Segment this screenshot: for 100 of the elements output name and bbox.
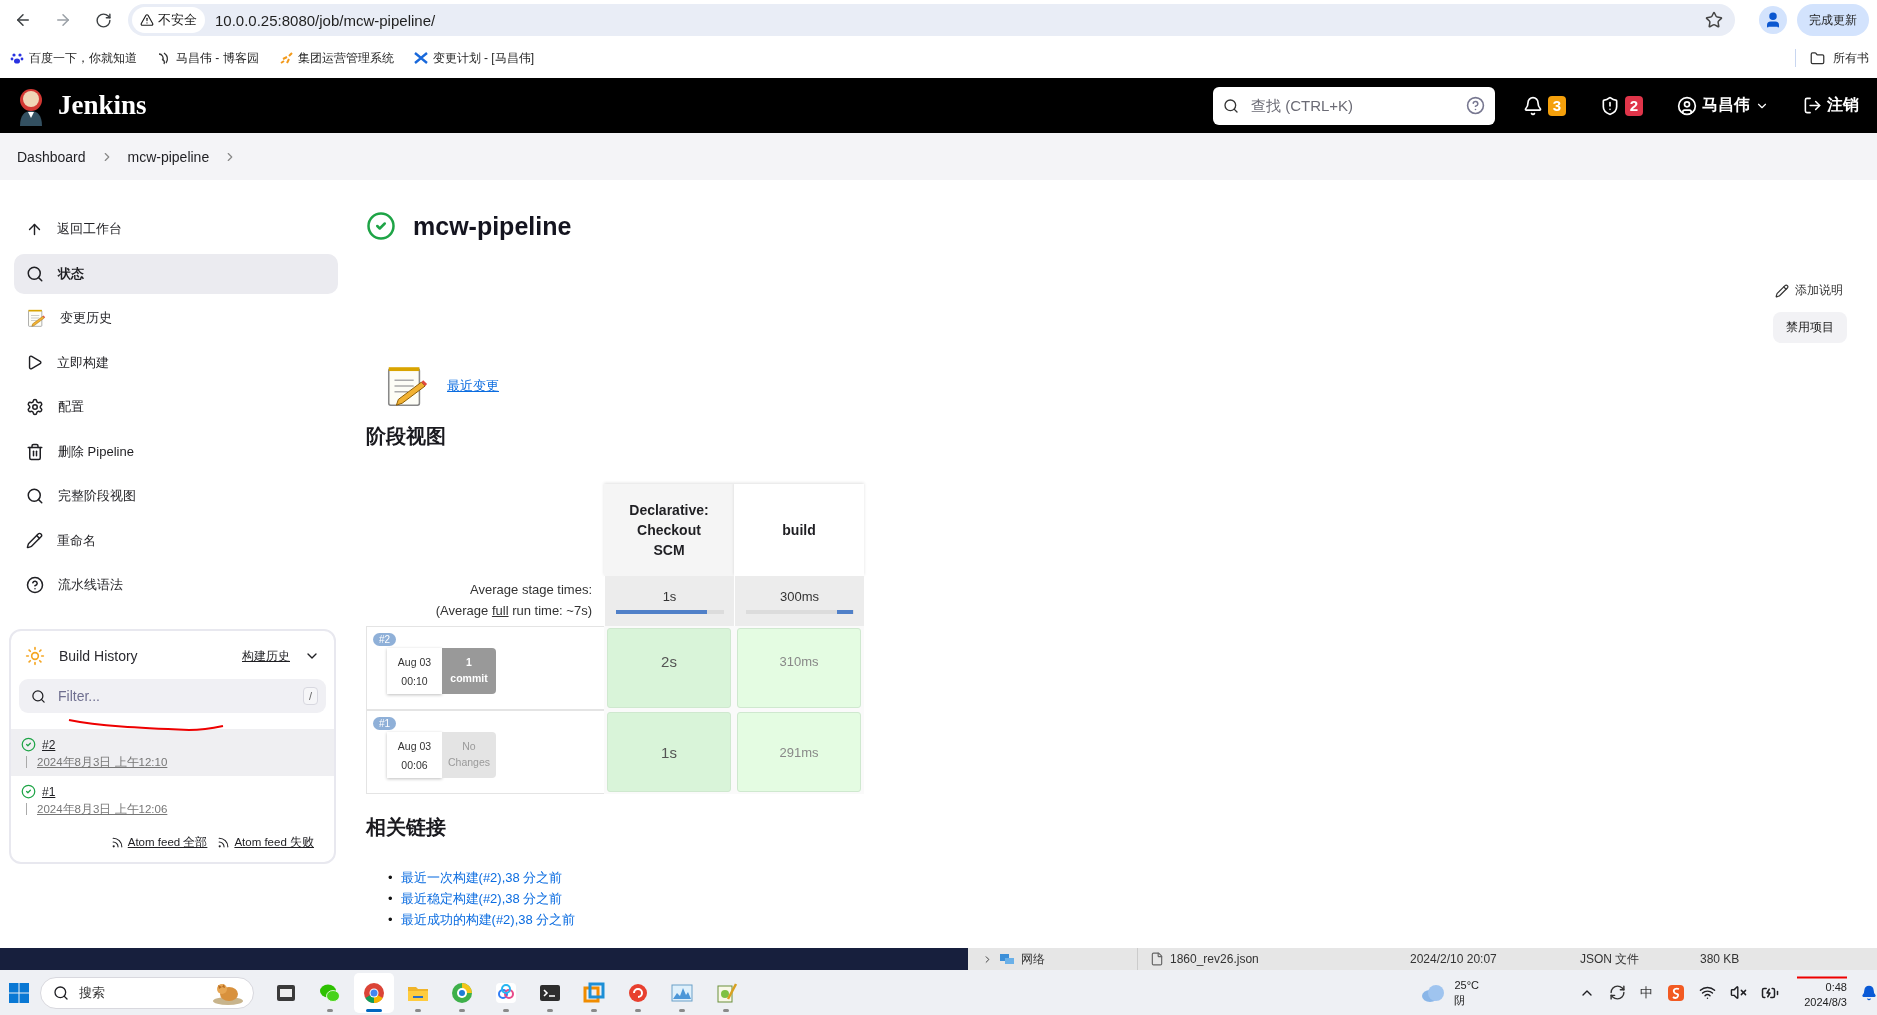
build-time-link[interactable]: 2024年8月3日 上午12:06 bbox=[26, 803, 168, 815]
bullet-mark: • bbox=[388, 911, 393, 929]
pencil-icon bbox=[26, 532, 43, 549]
bookmark-link[interactable]: 百度一下，你就知道 bbox=[10, 49, 137, 67]
search-field[interactable]: 查找 (CTRL+K) bbox=[1213, 86, 1495, 125]
all-bookmarks-link[interactable]: 所有书 bbox=[1833, 49, 1869, 67]
run-date-box: Aug 03 00:06 bbox=[387, 732, 442, 778]
wifi-icon[interactable] bbox=[1699, 984, 1716, 1001]
file-size: 380 KB bbox=[1700, 952, 1741, 966]
shortcut-key: / bbox=[302, 687, 318, 705]
stage-header: Declarative: Checkout SCM bbox=[604, 484, 734, 576]
square-app-icon[interactable] bbox=[1667, 983, 1685, 1002]
sidebar-item[interactable]: 返回工作台 bbox=[14, 209, 338, 249]
cross-arrows-icon bbox=[413, 51, 428, 65]
average-run-text: (Average full run time: ~7s) bbox=[435, 602, 592, 620]
stage-result-cell[interactable]: 1s bbox=[607, 712, 731, 792]
breadcrumb-link[interactable]: mcw-pipeline bbox=[127, 148, 210, 165]
sidebar-item[interactable]: 流水线语法 bbox=[14, 565, 338, 605]
filter-input[interactable]: Filter... bbox=[56, 687, 293, 705]
user-icon bbox=[1677, 95, 1697, 116]
history-link[interactable]: 构建历史 bbox=[242, 647, 290, 665]
check-icon bbox=[366, 211, 396, 241]
run-date-box: Aug 03 00:10 bbox=[387, 648, 442, 694]
average-cell: 1s bbox=[604, 576, 734, 626]
sync-icon[interactable] bbox=[1609, 984, 1626, 1001]
logout-button[interactable]: 注销 bbox=[1797, 95, 1865, 116]
breadcrumb-link[interactable]: Dashboard bbox=[17, 148, 86, 165]
section-heading: 阶段视图 bbox=[366, 424, 447, 449]
input-method-indicator[interactable]: 中 bbox=[1640, 983, 1653, 1002]
brand-title: Jenkins bbox=[58, 90, 147, 121]
stage-result-cell[interactable]: 2s bbox=[607, 628, 731, 708]
run-badge: #1 bbox=[373, 717, 397, 730]
bookmark-link[interactable]: 马昌伟 - 博客园 bbox=[157, 49, 259, 67]
swirl-icon bbox=[157, 51, 171, 65]
search-input[interactable]: 查找 (CTRL+K) bbox=[1249, 96, 1456, 115]
taskbar-search-input[interactable]: 搜索 bbox=[77, 984, 203, 1001]
average-cell: 300ms bbox=[734, 576, 864, 626]
recent-changes-link[interactable]: 最近变更 bbox=[447, 377, 499, 395]
stage-header: build bbox=[734, 484, 864, 576]
logout-icon bbox=[1803, 96, 1822, 115]
profile-button[interactable] bbox=[1759, 6, 1787, 34]
file-date: 2024/2/10 20:07 bbox=[1410, 952, 1498, 966]
browser-icon bbox=[362, 980, 386, 1005]
help-icon[interactable] bbox=[1466, 96, 1485, 115]
taskbar-app-button[interactable] bbox=[354, 972, 394, 1013]
build-time-link[interactable]: 2024年8月3日 上午12:10 bbox=[26, 756, 168, 768]
settings-icon bbox=[26, 398, 44, 416]
sidebar-item[interactable]: 重命名 bbox=[14, 520, 338, 561]
build-link[interactable]: #2 bbox=[42, 737, 56, 752]
security-chip[interactable]: 不安全 bbox=[132, 7, 205, 33]
add-description-link[interactable]: 添加说明 bbox=[1775, 282, 1847, 299]
related-link[interactable]: 最近稳定构建(#2),38 分之前 bbox=[400, 888, 563, 909]
sparks-icon bbox=[278, 51, 293, 65]
bullet-mark: • bbox=[388, 869, 393, 887]
user-icon bbox=[1764, 11, 1782, 29]
folder-icon bbox=[1810, 50, 1825, 66]
reload-icon bbox=[94, 11, 112, 29]
security-button[interactable]: 2 bbox=[1594, 95, 1649, 116]
check-icon bbox=[21, 737, 36, 752]
file-name: 1860_rev26.json bbox=[1170, 952, 1259, 966]
overlapping-squares-icon bbox=[582, 980, 606, 1005]
related-link[interactable]: 最近成功的构建(#2),38 分之前 bbox=[400, 909, 576, 930]
taskbar-search-field[interactable]: 搜索 bbox=[40, 976, 254, 1009]
full-link[interactable]: full bbox=[491, 603, 509, 618]
filter-field[interactable]: Filter... / bbox=[19, 679, 326, 713]
related-link[interactable]: 最近一次构建(#2),38 分之前 bbox=[400, 867, 563, 888]
notepad-icon bbox=[26, 308, 46, 328]
average-label: Average stage times: bbox=[470, 581, 592, 600]
sidebar-item[interactable]: 删除 Pipeline bbox=[14, 431, 338, 472]
build-link[interactable]: #1 bbox=[42, 784, 56, 799]
sidebar-item[interactable]: 配置 bbox=[14, 387, 338, 427]
bookmark-link[interactable]: 变更计划 - [马昌伟] bbox=[413, 49, 534, 67]
feed-link[interactable]: Atom feed 全部 bbox=[110, 835, 208, 850]
feed-link[interactable]: Atom feed 失败 bbox=[217, 835, 314, 850]
paw-icon bbox=[10, 51, 24, 65]
check-icon bbox=[21, 784, 36, 799]
search-icon bbox=[31, 688, 46, 704]
search-icon bbox=[1223, 97, 1239, 114]
bookmark-star-icon[interactable] bbox=[1705, 11, 1723, 29]
update-button[interactable]: 完成更新 bbox=[1797, 4, 1869, 36]
card-title: Build History bbox=[59, 648, 139, 664]
notification-bell-icon[interactable] bbox=[1861, 984, 1877, 1001]
trash-icon bbox=[26, 442, 44, 461]
build-row[interactable]: #2 2024年8月3日 上午12:10 bbox=[11, 729, 334, 776]
sun-icon bbox=[25, 646, 45, 666]
clock[interactable]: 0:48 2024/8/3 bbox=[1804, 979, 1847, 1010]
url-text: 10.0.0.25:8080/job/mcw-pipeline/ bbox=[215, 11, 437, 29]
sidebar-item[interactable]: 变更历史 bbox=[14, 298, 338, 338]
user-menu[interactable]: 马昌伟 bbox=[1671, 95, 1775, 116]
weather-widget[interactable]: 25°C 阴 bbox=[1420, 977, 1479, 1008]
disable-button[interactable]: 禁用项目 bbox=[1773, 312, 1847, 343]
pencil-icon bbox=[1775, 283, 1789, 298]
warning-icon bbox=[140, 13, 154, 27]
address-bar[interactable]: 不安全 10.0.0.25:8080/job/mcw-pipeline/ bbox=[128, 4, 1735, 36]
muted-speaker-icon[interactable] bbox=[1730, 984, 1747, 1001]
bookmark-link[interactable]: 集团运营管理系统 bbox=[278, 49, 394, 67]
sidebar-item[interactable]: 立即构建 bbox=[14, 342, 338, 383]
sidebar-item[interactable]: 完整阶段视图 bbox=[14, 476, 338, 516]
sidebar-item[interactable]: 状态 bbox=[14, 253, 338, 294]
file-icon bbox=[1150, 952, 1164, 966]
